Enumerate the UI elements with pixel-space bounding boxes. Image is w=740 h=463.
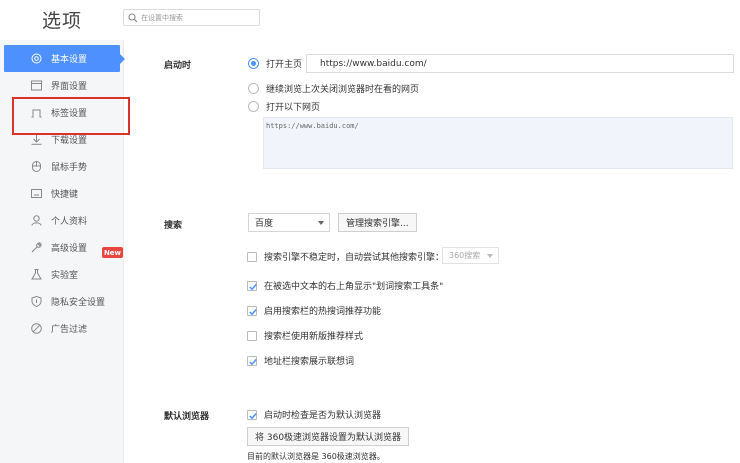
user-icon — [31, 215, 42, 226]
sidebar-item-label: 基本设置 — [51, 55, 88, 65]
sidebar-item-label: 隐私安全设置 — [51, 298, 106, 308]
sidebar-item-label: 实验室 — [51, 271, 79, 281]
search-icon — [128, 12, 138, 22]
settings-search-input[interactable] — [141, 13, 251, 22]
sidebar-item-label: 快捷键 — [51, 190, 79, 200]
sidebar-item-lab[interactable]: 实验室 — [0, 261, 123, 288]
startup-pages-textarea[interactable]: https://www.baidu.com/ — [263, 117, 733, 169]
checkbox-label: 搜索引擎不稳定时，自动尝试其他搜索引擎： — [264, 253, 445, 263]
checkbox-show-search-toolbar[interactable]: 在被选中文本的右上角显示"划词搜索工具条" — [247, 279, 443, 292]
keyboard-icon — [31, 189, 42, 198]
fallback-engine-select[interactable]: 360搜索 — [442, 247, 499, 264]
startup-section-label: 启动时 — [164, 61, 192, 71]
checkbox-box — [247, 409, 257, 420]
block-icon — [31, 323, 42, 334]
fallback-engine-value: 360搜索 — [449, 251, 481, 260]
checkbox-label: 搜索栏使用新版推荐样式 — [264, 332, 364, 342]
sidebar-item-label: 广告过滤 — [51, 325, 88, 335]
highlight-annotation-box — [12, 97, 130, 135]
checkbox-address-bar-suggest[interactable]: 地址栏搜索展示联想词 — [247, 354, 354, 367]
check-icon — [249, 283, 257, 290]
new-badge: New — [102, 247, 123, 258]
sidebar-item-adblock[interactable]: 广告过滤 — [0, 315, 123, 342]
checkbox-search-fallback[interactable]: 搜索引擎不稳定时，自动尝试其他搜索引擎： — [247, 250, 444, 263]
sidebar-item-interface[interactable]: 界面设置 — [0, 72, 123, 99]
set-default-browser-button[interactable]: 将 360极速浏览器设置为默认浏览器 — [247, 427, 410, 446]
check-icon — [249, 308, 257, 315]
manage-search-engines-button[interactable]: 管理搜索引擎... — [338, 213, 417, 232]
checkbox-label: 启用搜索栏的热搜词推荐功能 — [264, 307, 382, 317]
radio-continue-session[interactable]: 继续浏览上次关闭浏览器时在看的网页 — [248, 82, 419, 95]
check-icon — [249, 412, 257, 419]
radio-dot — [248, 58, 259, 69]
radio-label: 打开主页 — [266, 60, 303, 70]
check-icon — [249, 358, 257, 365]
page-title: 选项 — [42, 10, 83, 32]
settings-search-box[interactable] — [123, 9, 260, 26]
sidebar-item-mouse-gesture[interactable]: 鼠标手势 — [0, 153, 123, 180]
radio-dot — [248, 101, 259, 112]
radio-label: 继续浏览上次关闭浏览器时在看的网页 — [266, 85, 420, 95]
search-engine-value: 百度 — [255, 219, 274, 229]
sidebar-item-profile[interactable]: 个人资料 — [0, 207, 123, 234]
sidebar-item-label: 个人资料 — [51, 217, 88, 227]
radio-label: 打开以下网页 — [266, 103, 321, 113]
checkbox-hot-search-recommend[interactable]: 启用搜索栏的热搜词推荐功能 — [247, 304, 381, 317]
sidebar-item-label: 鼠标手势 — [51, 163, 88, 173]
chevron-down-icon — [318, 221, 324, 225]
home-url-input[interactable] — [306, 54, 734, 73]
window-icon — [31, 80, 42, 91]
checkbox-check-default-browser[interactable]: 启动时检查是否为默认浏览器 — [247, 408, 381, 421]
sidebar-item-privacy[interactable]: 隐私安全设置 — [0, 288, 123, 315]
checkbox-box — [247, 330, 257, 341]
shield-icon — [31, 296, 42, 307]
checkbox-box — [247, 280, 257, 291]
checkbox-label: 在被选中文本的右上角显示"划词搜索工具条" — [264, 282, 444, 292]
checkbox-box — [247, 355, 257, 366]
default-browser-status: 目前的默认浏览器是 360极速浏览器。 — [247, 452, 385, 461]
wrench-icon — [31, 242, 42, 253]
search-section-label: 搜索 — [164, 221, 183, 231]
search-engine-select[interactable]: 百度 — [248, 213, 330, 232]
sidebar-item-basic[interactable]: 基本设置 — [4, 45, 125, 72]
checkbox-box — [247, 251, 257, 262]
sidebar-item-label: 高级设置 — [51, 244, 88, 254]
flask-icon — [31, 269, 42, 280]
radio-dot — [248, 83, 259, 94]
chevron-down-icon — [487, 254, 493, 258]
default-browser-section-label: 默认浏览器 — [164, 412, 210, 422]
download-icon — [31, 134, 42, 145]
mouse-icon — [32, 161, 41, 172]
gear-icon — [31, 53, 42, 64]
sidebar-item-shortcuts[interactable]: 快捷键 — [0, 180, 123, 207]
checkbox-label: 启动时检查是否为默认浏览器 — [264, 411, 382, 421]
radio-open-home[interactable]: 打开主页 — [248, 57, 302, 70]
checkbox-label: 地址栏搜索展示联想词 — [264, 357, 355, 367]
sidebar-item-label: 界面设置 — [51, 82, 88, 92]
radio-open-pages[interactable]: 打开以下网页 — [248, 100, 320, 113]
checkbox-new-recommend-style[interactable]: 搜索栏使用新版推荐样式 — [247, 329, 363, 342]
checkbox-box — [247, 305, 257, 316]
